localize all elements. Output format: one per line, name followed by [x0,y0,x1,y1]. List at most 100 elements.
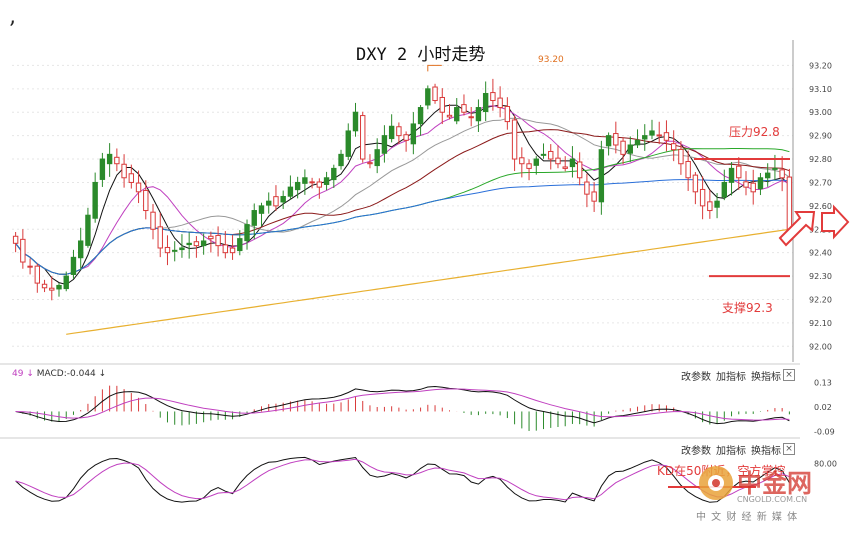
candle-body [598,149,605,203]
macd-header: 49 ↓ MACD:-0.044 ↓ [12,369,106,379]
price-tick-label: 92.80 [809,155,832,164]
candle-body [533,158,539,166]
macd-value: MACD:-0.044 [36,369,96,379]
candle-body [764,172,771,179]
resistance-label: 压力92.8 [729,125,780,139]
candle-body [381,135,388,154]
candle-body [20,238,26,263]
candle-body [410,123,417,145]
candle-body [106,153,113,165]
candle-body [186,242,192,246]
candle-body [432,86,438,102]
candle-body [258,205,265,214]
candle-body [519,157,525,165]
candle-body [77,240,84,259]
kd-swap-indicator-button[interactable]: 换指标 [751,442,781,457]
candle-body [128,173,135,183]
moving-averages [15,64,790,335]
candle-body [497,97,503,109]
macd-change-params-button[interactable]: 改参数 [681,368,711,383]
candle-body [721,181,728,198]
candle-body [743,181,749,188]
candle-body [338,153,344,167]
candle-body [352,111,359,132]
macd-arrow: ↓ [98,369,107,379]
candle-body [642,135,648,140]
peak-marker [427,64,442,72]
macd-down-arrow: ↓ [26,369,34,379]
candle-body [367,162,373,165]
candle-body [244,224,250,242]
watermark-domain: CNGOLD.COM.CN [737,495,808,504]
price-tick-label: 93.00 [809,108,832,117]
candle-body [287,186,294,197]
support-label: 支撑92.3 [722,301,773,315]
candle-body [475,107,482,122]
candle-body [461,104,467,113]
macd-tick-label: -0.09 [814,428,835,437]
candle-body [779,169,785,179]
candle-body [302,177,308,184]
candle-body [649,130,655,136]
price-tick-label: 92.90 [809,132,832,141]
candle-body [555,157,561,165]
candle-body [757,177,764,190]
candle-body [12,235,19,244]
candle-body [215,234,221,247]
candle-body [620,140,626,155]
price-tick-label: 92.30 [809,272,832,281]
macd-panel: 0.13 0.02 -0.09 [15,378,835,437]
candle-body [251,210,257,226]
candle-body [99,158,106,180]
candle-body [388,125,395,140]
candle-body [714,200,720,208]
candle-body [309,181,315,184]
candle-body [360,115,366,160]
candle-body [403,134,409,141]
candle-body [750,182,756,193]
candle-body [179,247,185,251]
candle-body [634,139,641,146]
candle-body [685,160,691,179]
candle-body [150,211,156,230]
watermark-tagline: 中 文 财 经 新 媒 体 [696,512,799,523]
candle-body [121,163,127,179]
candle-body [63,275,69,290]
watermark: 中金网 CNGOLD.COM.CN 中 文 财 经 新 媒 体 [693,462,843,523]
candle-body [273,196,279,207]
macd-close-icon[interactable]: × [783,369,795,381]
kd-close-icon[interactable]: × [783,443,795,455]
macd-tick-label: 0.13 [814,378,832,387]
candle-body [222,244,229,254]
grid [0,40,800,439]
candle-body [490,92,496,102]
chart-title: DXY 2 小时走势 [356,45,486,65]
candle-body [49,287,55,291]
candle-body [605,135,612,147]
candle-body [56,284,62,290]
price-levels [694,158,790,278]
candle-body [504,105,511,123]
candle-body [157,226,163,249]
candle-body [468,116,474,119]
candle-body [670,143,677,151]
candle-body [41,283,48,289]
candle-body [237,238,243,252]
up-arrow-icon [778,211,816,247]
candle-body [70,256,77,275]
macd-add-indicator-button[interactable]: 加指标 [716,368,746,383]
candle-body [584,181,590,195]
candle-body [562,166,568,169]
kd-change-params-button[interactable]: 改参数 [681,442,711,457]
candle-body [576,161,583,179]
candle-body [85,214,91,246]
price-tick-label: 92.40 [809,249,832,258]
candle-body [678,148,684,165]
candle-body [692,174,699,193]
candle-body [526,163,532,169]
kd-add-indicator-button[interactable]: 加指标 [716,442,746,457]
price-tick-label: 92.70 [809,178,832,187]
candle-body [114,156,120,165]
candle-body [656,134,662,137]
macd-swap-indicator-button[interactable]: 换指标 [751,368,781,383]
